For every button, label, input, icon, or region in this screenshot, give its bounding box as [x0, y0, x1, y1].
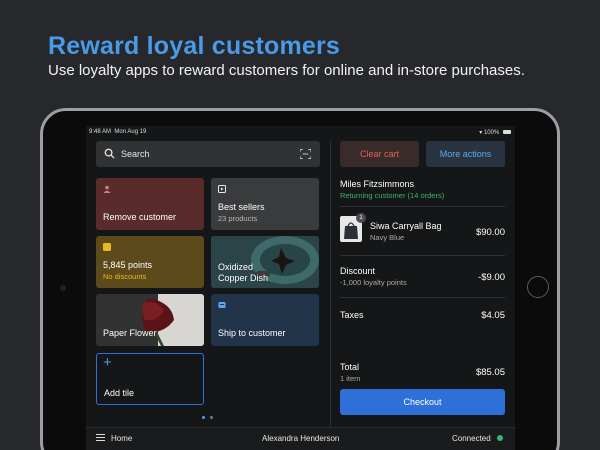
person-icon	[103, 185, 111, 193]
tile-points[interactable]: 5,845 points No discounts	[96, 236, 204, 288]
search-placeholder: Search	[121, 149, 150, 159]
product-image	[96, 294, 204, 346]
tile-sublabel: No discounts	[103, 272, 147, 281]
home-menu-button[interactable]	[96, 434, 105, 441]
taxes-amount: $4.05	[481, 310, 505, 321]
tile-label: Ship to customer	[218, 328, 286, 338]
more-actions-button[interactable]: More actions	[426, 141, 505, 167]
checkout-button[interactable]: Checkout	[340, 389, 505, 415]
divider	[340, 206, 505, 207]
divider	[340, 297, 505, 298]
tile-label: Remove customer	[103, 212, 177, 222]
home-label[interactable]: Home	[111, 434, 132, 443]
search-icon	[104, 148, 115, 159]
page-indicator[interactable]	[202, 411, 213, 421]
quantity-badge: 1	[356, 213, 366, 223]
status-date: Mon Aug 19	[114, 129, 147, 135]
tile-add[interactable]: + Add tile	[96, 353, 204, 405]
tile-best-sellers[interactable]: Best sellers 23 products	[211, 178, 319, 230]
connection-dot-icon	[497, 435, 503, 441]
promo-title: Reward loyal customers	[48, 32, 341, 60]
camera-icon	[60, 285, 66, 291]
tile-label: 5,845 points	[103, 260, 153, 270]
item-price: $90.00	[475, 227, 505, 238]
tile-label: Best sellers	[218, 202, 265, 212]
item-name: Siwa Carryall Bag	[370, 221, 442, 231]
total-label: Total	[340, 362, 360, 372]
tile-paper-flower[interactable]: Paper Flower	[96, 294, 204, 346]
tile-label: Add tile	[104, 388, 135, 398]
promo-subtitle: Use loyalty apps to reward customers for…	[48, 62, 525, 79]
tile-ship-to-customer[interactable]: Ship to customer	[211, 294, 319, 346]
discount-detail: -1,000 loyalty points	[340, 278, 407, 287]
customer-name[interactable]: Miles Fitzsimmons	[340, 179, 505, 189]
discount-amount: -$9.00	[478, 272, 505, 283]
page-dot-active	[202, 416, 205, 419]
clear-cart-button[interactable]: Clear cart	[340, 141, 419, 167]
page-dot	[209, 416, 213, 419]
discount-label: Discount	[340, 266, 376, 276]
hamburger-icon	[96, 434, 105, 435]
total-amount: $85.05	[475, 367, 505, 378]
customer-status: Returning customer (14 orders)	[340, 191, 445, 200]
battery-icon	[503, 130, 511, 135]
item-variant: Navy Blue	[370, 233, 405, 242]
tile-oxidized-copper-dish[interactable]: Oxidized Copper Dish	[211, 236, 319, 288]
tile-label: Oxidized Copper Dish	[218, 262, 269, 283]
cart-line-item[interactable]: 1 Siwa Carryall Bag Navy Blue $90.00	[340, 213, 505, 253]
bottom-bar: Home Alexandra Henderson Connected	[86, 427, 515, 450]
divider	[340, 255, 505, 256]
status-bar: 9:48 AM Mon Aug 19 ▾ 100%	[86, 126, 515, 138]
status-time: 9:48 AM	[89, 129, 112, 135]
battery-percent: 100%	[483, 130, 500, 136]
tile-sublabel: 23 products	[218, 214, 258, 223]
pos-screen: 9:48 AM Mon Aug 19 ▾ 100% Search Remove …	[86, 126, 515, 450]
shipping-icon	[218, 302, 226, 308]
discount-row[interactable]: Discount -1,000 loyalty points -$9.00	[340, 260, 505, 290]
staff-name[interactable]: Alexandra Henderson	[262, 434, 339, 443]
taxes-row: Taxes $4.05	[340, 304, 505, 324]
search-input[interactable]: Search	[96, 141, 320, 167]
wifi-icon: ▾	[479, 130, 483, 136]
tile-remove-customer[interactable]: Remove customer	[96, 178, 204, 230]
total-count: 1 item	[340, 374, 361, 383]
collection-icon	[218, 185, 226, 193]
taxes-label: Taxes	[340, 310, 364, 320]
panel-divider	[330, 141, 331, 426]
connection-status: Connected	[452, 434, 491, 443]
plus-icon: +	[103, 354, 112, 371]
home-hardware-button[interactable]	[527, 276, 549, 298]
barcode-scan-icon[interactable]	[300, 149, 311, 159]
total-row: Total 1 item $85.05	[340, 360, 505, 386]
tile-label: Paper Flower	[103, 328, 157, 338]
loyalty-icon	[103, 243, 111, 251]
